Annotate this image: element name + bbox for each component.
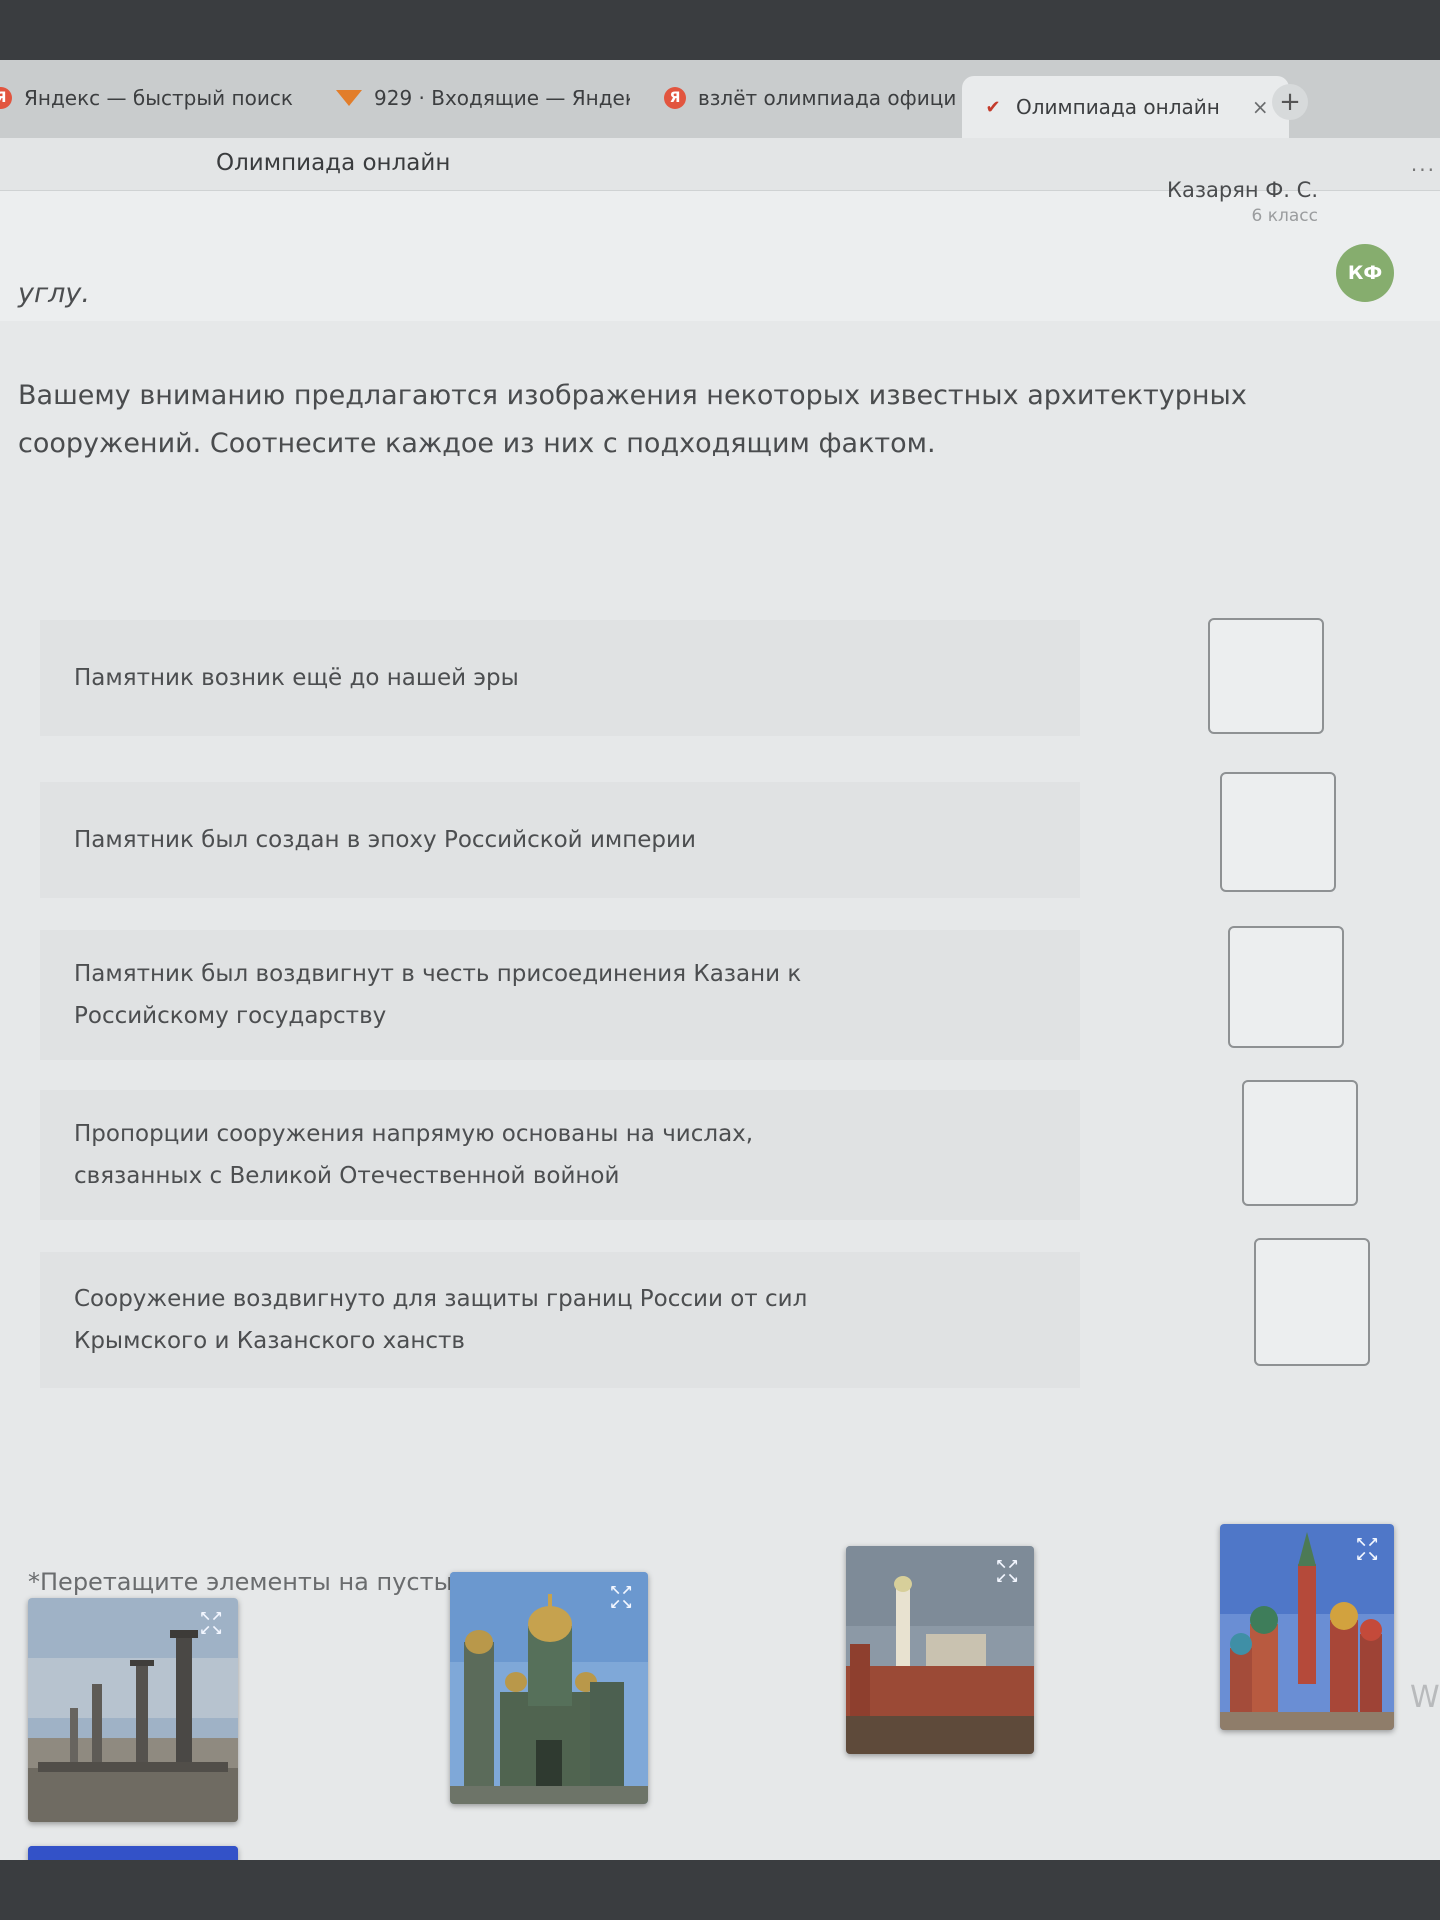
edge-text: W (1410, 1680, 1440, 1715)
close-icon[interactable]: × (1252, 95, 1269, 119)
fact-text: Памятник был создан в эпоху Российской и… (74, 827, 696, 853)
fact-row: Памятник был создан в эпоху Российской и… (40, 782, 1080, 898)
previous-question-text: углу. (18, 278, 90, 309)
expand-icon[interactable]: ↖↗↙↘ (196, 1610, 226, 1640)
fact-text: Сооружение воздвигнуто для защиты границ… (74, 1286, 808, 1354)
kremlin-wall-image[interactable]: ↖↗ ↙↘ (846, 1546, 1034, 1754)
tab-label: взлёт олимпиада офици (698, 86, 957, 110)
tab-olympiad-online[interactable]: ✔ Олимпиада онлайн × (962, 76, 1289, 138)
drop-zone[interactable] (1242, 1080, 1358, 1206)
tab-yandex-search[interactable]: Я Яндекс — быстрый поиск (0, 72, 300, 124)
monitor-bezel (0, 1860, 1440, 1920)
fact-row: Пропорции сооружения напрямую основаны н… (40, 1090, 1080, 1220)
fact-row: Сооружение воздвигнуто для защиты границ… (40, 1252, 1080, 1388)
drop-zone[interactable] (1228, 926, 1344, 1048)
expand-icon[interactable]: ↖↗↙↘ (606, 1584, 636, 1614)
cathedral-image[interactable]: ↖↗ ↙↘ (450, 1572, 648, 1804)
browser-tab-bar: Я Яндекс — быстрый поиск 929 · Входящие … (0, 60, 1440, 139)
olympiad-icon: ✔ (985, 96, 1001, 118)
user-name: Казарян Ф. С. (1167, 178, 1318, 202)
tab-label: Яндекс — быстрый поиск (24, 86, 293, 110)
fact-text: Памятник был воздвигнут в честь присоеди… (74, 961, 802, 1029)
drop-zone[interactable] (1208, 618, 1324, 734)
page-title: Олимпиада онлайн (216, 150, 451, 176)
drop-zone[interactable] (1254, 1238, 1370, 1366)
expand-icon[interactable]: ↖↗↙↘ (992, 1558, 1022, 1588)
question-text: Вашему вниманию предлагаются изображения… (18, 380, 1247, 459)
yandex-icon: Я (664, 87, 686, 109)
ancient-columns-image[interactable]: ↖↗ ↙↘ (28, 1598, 238, 1822)
tab-olympiad-search[interactable]: Я взлёт олимпиада офици (664, 72, 960, 124)
user-header (0, 191, 1440, 321)
st-basils-cathedral-image[interactable]: ↖↗ ↙↘ (1220, 1524, 1394, 1730)
mail-icon (336, 90, 362, 106)
user-class: 6 класс (1251, 206, 1318, 226)
drop-zone[interactable] (1220, 772, 1336, 892)
more-options-icon[interactable]: ... (1411, 152, 1436, 176)
expand-icon[interactable]: ↖↗↙↘ (1352, 1536, 1382, 1566)
partial-image[interactable]: ↖↗↙↘ (28, 1846, 238, 1860)
fact-row: Памятник возник ещё до нашей эры (40, 620, 1080, 736)
new-tab-button[interactable]: + (1272, 84, 1308, 120)
fact-row: Памятник был воздвигнут в честь присоеди… (40, 930, 1080, 1060)
tab-label: 929 · Входящие — Яндекс (374, 86, 630, 110)
avatar[interactable]: КФ (1336, 244, 1394, 302)
yandex-icon: Я (0, 87, 12, 109)
tab-label: Олимпиада онлайн (1016, 95, 1220, 119)
screen: Я Яндекс — быстрый поиск 929 · Входящие … (0, 60, 1440, 1860)
fact-text: Памятник возник ещё до нашей эры (74, 665, 519, 691)
fact-text: Пропорции сооружения напрямую основаны н… (74, 1121, 754, 1189)
tab-mail[interactable]: 929 · Входящие — Яндекс (336, 72, 630, 124)
